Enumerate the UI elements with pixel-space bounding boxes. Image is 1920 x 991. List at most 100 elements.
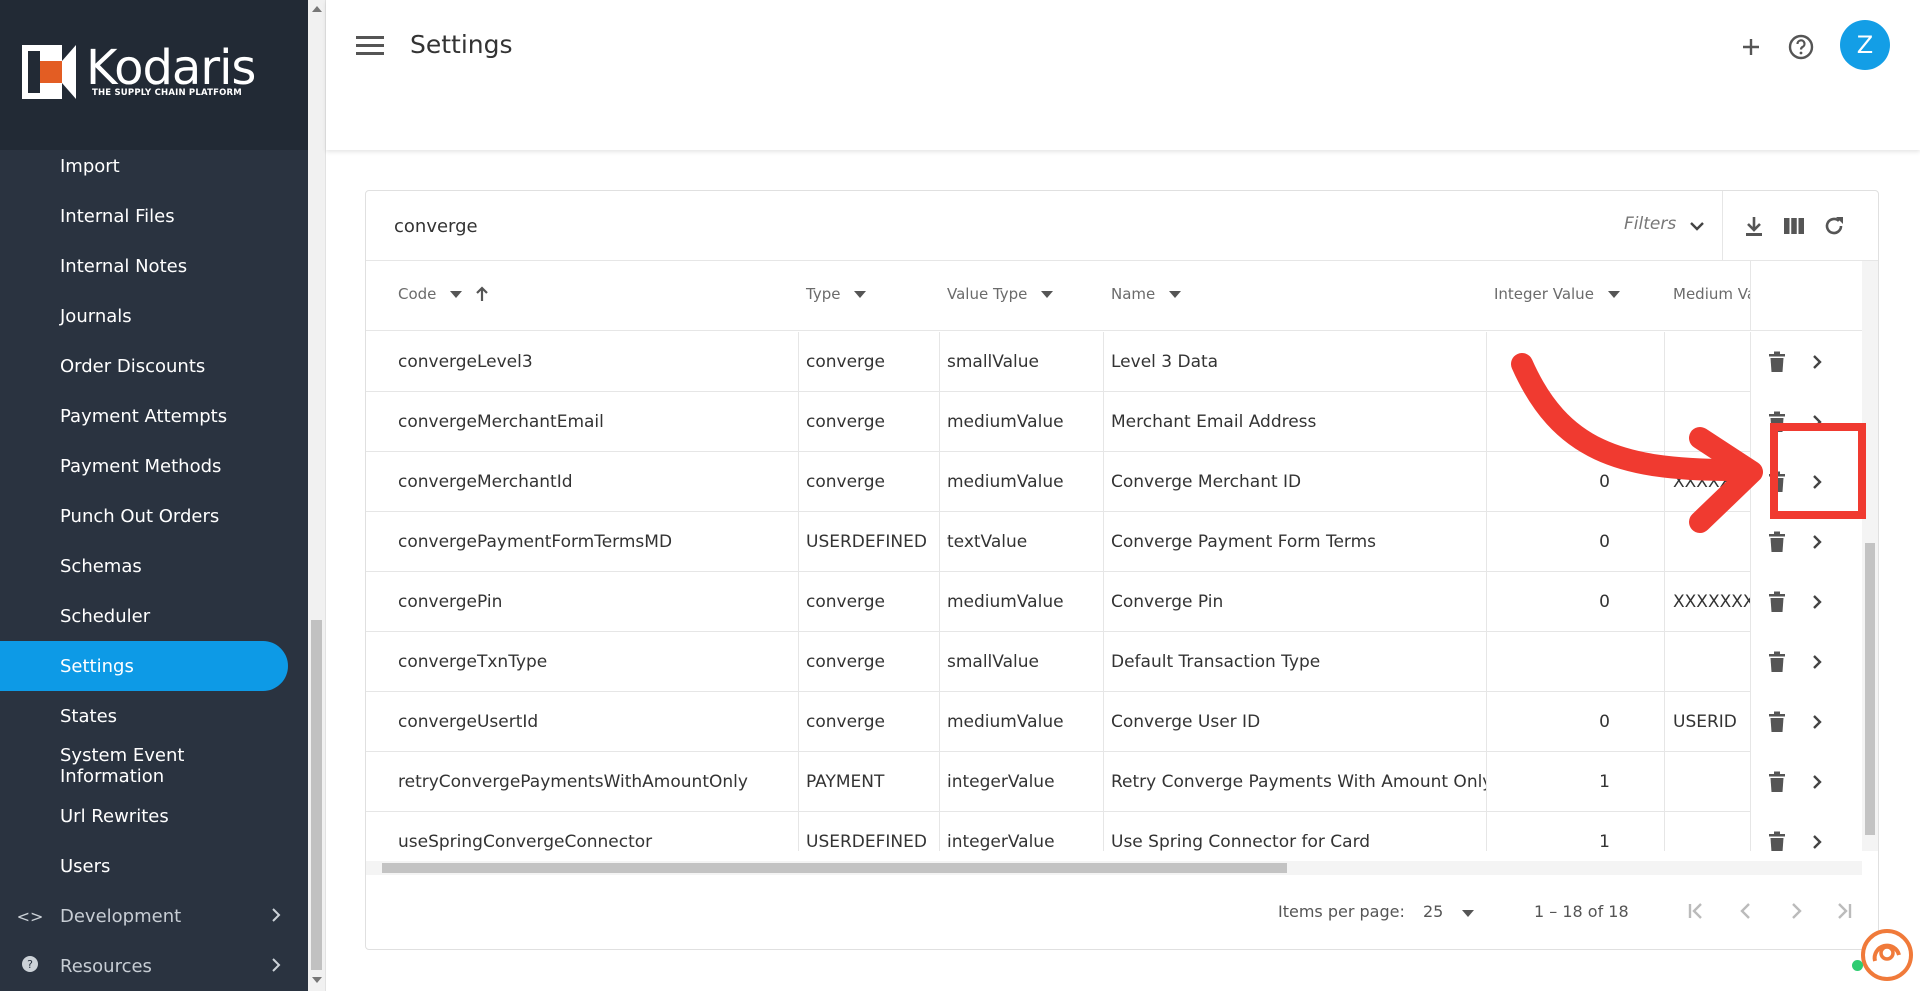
chevron-right-icon[interactable] [1809,532,1825,552]
chevron-right-icon[interactable] [1809,412,1825,432]
sidebar-scrollbar[interactable] [308,0,326,991]
sort-menu-icon[interactable] [854,290,867,298]
sidebar-group-resources[interactable]: ? Resources [0,941,300,991]
column-divider [798,752,799,812]
trash-icon[interactable] [1767,531,1787,553]
avatar[interactable]: Z [1840,20,1890,70]
column-header-integer-value[interactable]: Integer Value [1494,285,1620,303]
chevron-right-icon[interactable] [1809,772,1825,792]
sidebar-item-payment-methods[interactable]: Payment Methods [0,441,288,491]
cell-type: PAYMENT [806,772,885,792]
table-horizontal-scroll-thumb[interactable] [382,863,1287,873]
items-per-page-select[interactable]: 25 [1423,902,1443,921]
table-row[interactable]: convergePaymentFormTermsMD USERDEFINED t… [366,512,1862,572]
row-actions [1750,512,1862,572]
column-divider [798,452,799,512]
table-row[interactable]: convergePin converge mediumValue Converg… [366,572,1862,632]
table-vertical-scrollbar[interactable] [1862,261,1878,851]
columns-icon[interactable] [1782,214,1806,238]
chevron-right-icon[interactable] [1809,472,1825,492]
sidebar-item-label: System Event Information [60,745,185,787]
trash-icon[interactable] [1767,411,1787,433]
sidebar-item-journals[interactable]: Journals [0,291,288,341]
cell-medium-value [1673,632,1750,692]
table-row[interactable]: convergeLevel3 converge smallValue Level… [366,332,1862,392]
trash-icon[interactable] [1767,771,1787,793]
sidebar-item-url-rewrites[interactable]: Url Rewrites [0,791,288,841]
row-actions [1750,392,1862,452]
plus-icon[interactable] [1736,32,1766,62]
last-page-icon[interactable] [1832,899,1856,923]
chevron-right-icon[interactable] [1809,592,1825,612]
column-header-type[interactable]: Type [806,285,867,303]
chevron-right-icon[interactable] [1809,352,1825,372]
table-row[interactable]: convergeMerchantEmail converge mediumVal… [366,392,1862,452]
chevron-right-icon[interactable] [1809,832,1825,851]
sort-menu-icon[interactable] [1041,290,1054,298]
sidebar-item-internal-files[interactable]: Internal Files [0,191,288,241]
table-row[interactable]: convergeMerchantId converge mediumValue … [366,452,1862,512]
sort-ascending-icon[interactable] [474,285,490,303]
table-row[interactable]: convergeUsertId converge mediumValue Con… [366,692,1862,752]
column-header-value-type[interactable]: Value Type [947,285,1054,303]
sort-menu-icon[interactable] [450,290,463,298]
chevron-down-icon[interactable] [1688,217,1706,235]
next-page-icon[interactable] [1784,899,1808,923]
search-input[interactable] [394,213,994,239]
sidebar-item-users[interactable]: Users [0,841,288,891]
sidebar-item-label: Journals [60,305,132,327]
table-row[interactable]: retryConvergePaymentsWithAmountOnly PAYM… [366,752,1862,812]
column-header-medium-value[interactable]: Medium Va [1673,285,1751,303]
previous-page-icon[interactable] [1734,899,1758,923]
trash-icon[interactable] [1767,651,1787,673]
sidebar-item-internal-notes[interactable]: Internal Notes [0,241,288,291]
menu-icon[interactable] [356,36,384,60]
chevron-right-icon[interactable] [1809,652,1825,672]
sidebar-item-scheduler[interactable]: Scheduler [0,591,288,641]
row-actions [1750,752,1862,812]
sidebar-item-label: Punch Out Orders [60,505,220,527]
caret-down-icon[interactable] [1462,910,1474,917]
scroll-down-arrow[interactable] [312,977,322,983]
chevron-right-icon[interactable] [1809,712,1825,732]
sidebar-scroll-thumb[interactable] [311,620,322,970]
brand-logo[interactable]: Kodaris THE SUPPLY CHAIN PLATFORM [0,0,308,150]
help-icon[interactable] [1786,32,1816,62]
trash-icon[interactable] [1767,711,1787,733]
table-horizontal-scrollbar[interactable] [366,861,1862,875]
sidebar-item-import[interactable]: Import [0,141,288,191]
sort-menu-icon[interactable] [1169,290,1182,298]
sidebar-item-states[interactable]: States [0,691,288,741]
sidebar-item-system-event-information[interactable]: System Event Information [0,741,288,791]
cell-integer-value: 0 [1599,532,1610,552]
table-row[interactable]: useSpringConvergeConnector USERDEFINED i… [366,812,1862,851]
table-row[interactable]: convergeTxnType converge smallValue Defa… [366,632,1862,692]
cell-type: converge [806,412,885,432]
trash-icon[interactable] [1767,471,1787,493]
sidebar-item-order-discounts[interactable]: Order Discounts [0,341,288,391]
sidebar-item-punch-out-orders[interactable]: Punch Out Orders [0,491,288,541]
trash-icon[interactable] [1767,351,1787,373]
cell-integer-value: 0 [1599,472,1610,492]
refresh-icon[interactable] [1822,214,1846,238]
trash-icon[interactable] [1767,591,1787,613]
column-header-code[interactable]: Code [398,285,490,303]
sort-menu-icon[interactable] [1607,290,1620,298]
sidebar-item-payment-attempts[interactable]: Payment Attempts [0,391,288,441]
column-header-name[interactable]: Name [1111,285,1182,303]
first-page-icon[interactable] [1684,899,1708,923]
row-actions [1750,332,1862,392]
scroll-up-arrow[interactable] [312,6,322,12]
sidebar-group-development[interactable]: <> Development [0,891,300,941]
filters-button[interactable]: Filters [1624,214,1676,234]
sidebar-item-settings[interactable]: Settings [0,641,288,691]
chat-support-icon[interactable] [1855,925,1915,985]
trash-icon[interactable] [1767,831,1787,851]
download-icon[interactable] [1742,214,1766,238]
column-divider [1103,392,1104,452]
cell-name: Converge Payment Form Terms [1111,532,1377,552]
table-vertical-scroll-thumb[interactable] [1865,543,1875,835]
cell-value-type: smallValue [947,352,1039,372]
code-icon: <> [16,906,44,926]
sidebar-item-schemas[interactable]: Schemas [0,541,288,591]
